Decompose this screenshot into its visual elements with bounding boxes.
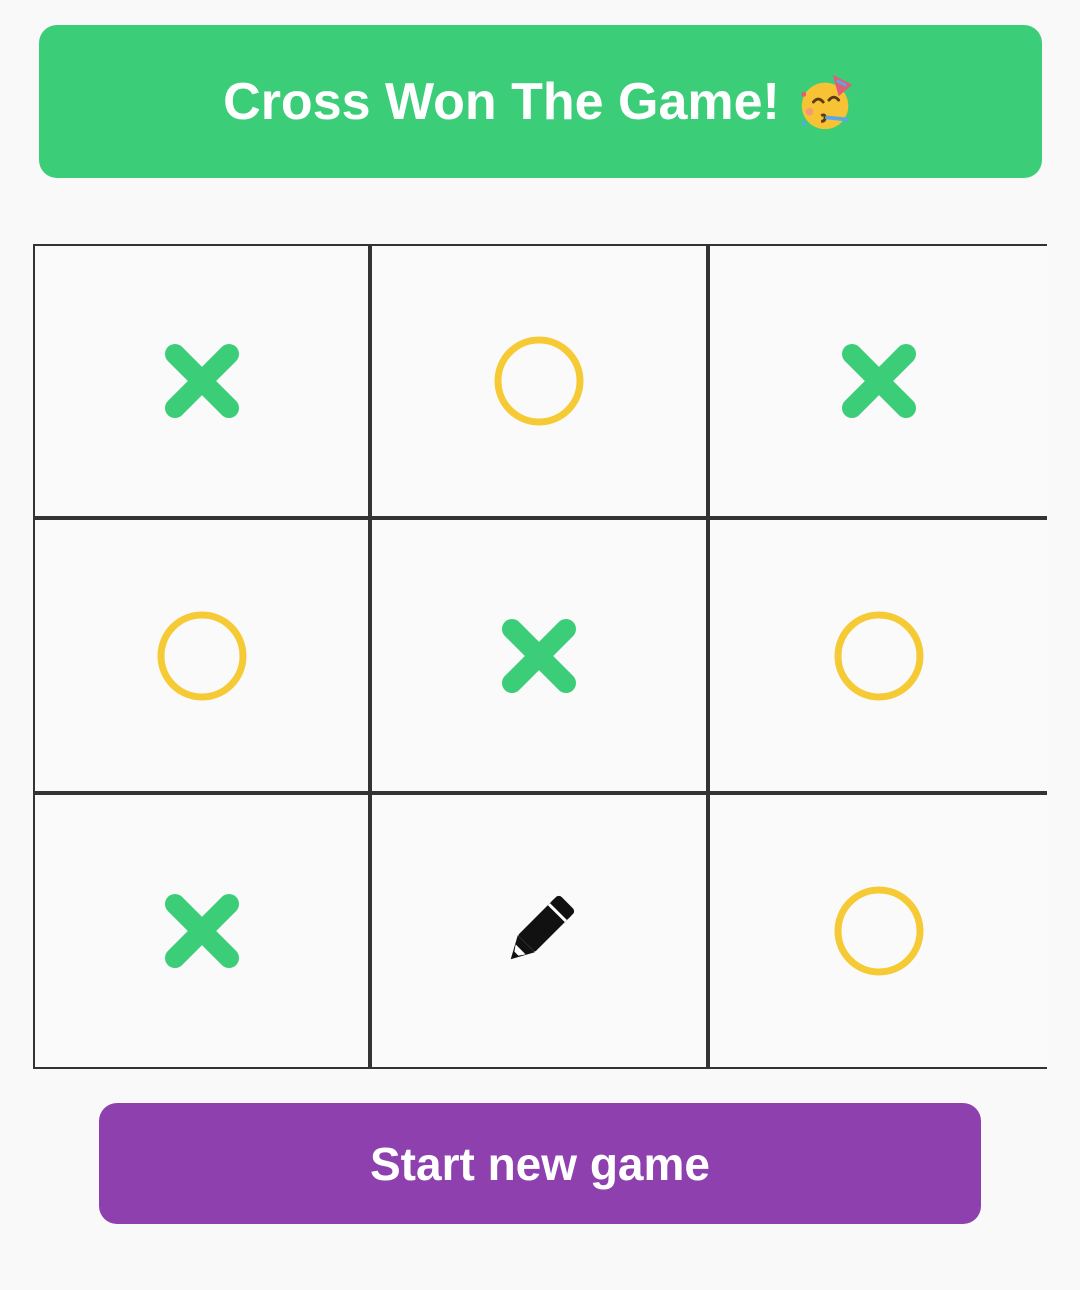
circle-mark-icon — [833, 610, 925, 702]
start-new-game-button[interactable]: Start new game — [99, 1103, 981, 1224]
partying-face-icon — [796, 71, 858, 133]
circle-mark-icon — [833, 885, 925, 977]
board-cell-r3-c3[interactable] — [710, 795, 1047, 1067]
board-cell-r2-c1[interactable] — [35, 520, 372, 795]
board-cell-r1-c1[interactable] — [35, 246, 372, 520]
board-cell-r3-c2[interactable] — [372, 795, 710, 1067]
winner-message: Cross Won The Game! — [223, 72, 780, 131]
board-cell-r1-c2[interactable] — [372, 246, 710, 520]
cross-mark-icon — [502, 618, 576, 693]
circle-mark-icon — [156, 610, 248, 702]
circle-mark-icon — [493, 335, 585, 427]
pencil-icon — [493, 885, 585, 977]
board-cell-r2-c2[interactable] — [372, 520, 710, 795]
game-board — [33, 244, 1047, 1069]
winner-banner: Cross Won The Game! — [39, 25, 1042, 178]
cross-mark-icon — [164, 894, 239, 968]
board-cell-r2-c3[interactable] — [710, 520, 1047, 795]
board-cell-r1-c3[interactable] — [710, 246, 1047, 520]
cross-mark-icon — [164, 344, 239, 418]
cross-mark-icon — [841, 344, 916, 418]
board-cell-r3-c1[interactable] — [35, 795, 372, 1067]
